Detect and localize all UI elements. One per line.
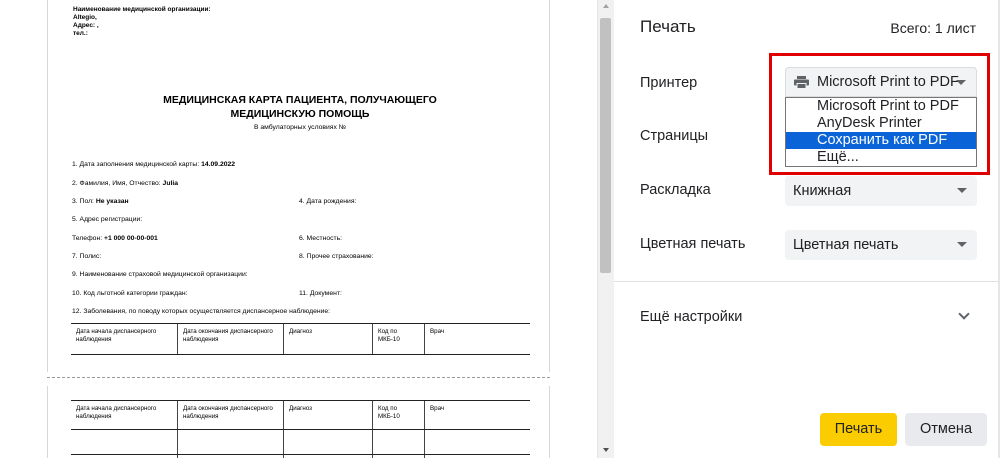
- table-cell: [373, 430, 425, 454]
- divider: [614, 281, 1000, 282]
- field-insurance-org: 9. Наименование страховой медицинской ор…: [72, 271, 248, 278]
- field-reg-address: 5. Адрес регистрации:: [72, 216, 143, 223]
- field-fill-date: 1. Дата заполнения медицинской карты: 14…: [72, 161, 236, 168]
- more-settings-toggle[interactable]: Ещё настройки: [640, 309, 742, 325]
- printer-label: Принтер: [640, 75, 698, 91]
- page-edge: [549, 386, 550, 458]
- scroll-up-arrow-icon[interactable]: [603, 4, 609, 8]
- observation-table: Дата начала диспансерного наблюдения Дат…: [71, 323, 530, 355]
- table-header: Врач: [430, 405, 445, 412]
- printer-option[interactable]: Microsoft Print to PDF: [786, 98, 976, 115]
- field-phone: Телефон: +1 000 00-00-001: [72, 235, 158, 242]
- chevron-down-icon: [956, 80, 966, 85]
- printer-selected-value: Microsoft Print to PDF: [817, 74, 959, 90]
- org-name-label: Наименование медицинской организации:: [73, 6, 211, 13]
- table-cell: [71, 430, 178, 454]
- table-header: Код по МКБ-10: [373, 324, 425, 354]
- document-title-line2: МЕДИЦИНСКУЮ ПОМОЩЬ: [230, 108, 370, 120]
- table-header: Дата окончания диспансерного наблюдения: [178, 401, 284, 429]
- field-benefit-code: 10. Код льготной категории граждан:: [72, 290, 188, 297]
- print-settings-panel: Печать Всего: 1 лист Принтер Microsoft P…: [614, 0, 1000, 458]
- pages-label: Страницы: [640, 128, 709, 144]
- total-sheets: Всего: 1 лист: [890, 20, 976, 36]
- table-header: Врач: [430, 328, 445, 335]
- page-edge: [549, 0, 550, 372]
- table-header: Диагноз: [284, 324, 373, 354]
- color-select[interactable]: Цветная печать: [785, 230, 977, 260]
- observation-table-page2: Дата начала диспансерного наблюдения Дат…: [71, 400, 530, 458]
- chevron-down-icon: [957, 242, 967, 247]
- field-locality: 6. Местность:: [299, 235, 343, 242]
- printer-select[interactable]: Microsoft Print to PDF: [785, 67, 977, 97]
- scrollbar-thumb[interactable]: [600, 18, 611, 273]
- page-break: [47, 377, 550, 378]
- field-full-name: 2. Фамилия, Имя, Отчество: Julia: [72, 180, 179, 187]
- document-subtitle: В амбулаторных условиях №: [253, 124, 347, 131]
- print-button[interactable]: Печать: [820, 413, 897, 446]
- panel-title: Печать: [640, 17, 696, 36]
- field-policy: 7. Полис:: [72, 253, 102, 260]
- table-header: Дата начала диспансерного наблюдения: [71, 324, 178, 354]
- org-name: Altegio,: [73, 14, 97, 21]
- field-birth-date: 4. Дата рождения:: [299, 198, 357, 205]
- page-edge: [47, 0, 48, 372]
- page-edge: [47, 386, 48, 458]
- field-other-insurance: 8. Прочее страхование:: [299, 253, 374, 260]
- table-header: Дата начала диспансерного наблюдения: [71, 401, 178, 429]
- table-header-row: Дата начала диспансерного наблюдения Дат…: [71, 401, 530, 430]
- printer-option-more[interactable]: Ещё...: [786, 149, 976, 166]
- printer-option-highlighted[interactable]: Сохранить как PDF: [786, 132, 976, 149]
- printer-dropdown-list: Microsoft Print to PDF AnyDesk Printer С…: [785, 97, 977, 167]
- org-address: Адрес: ,: [73, 22, 99, 29]
- table-row: [71, 430, 530, 455]
- table-header-row: Дата начала диспансерного наблюдения Дат…: [71, 324, 530, 355]
- chevron-down-icon[interactable]: [958, 308, 970, 320]
- field-document: 11. Документ:: [299, 290, 342, 297]
- table-cell: [178, 430, 284, 454]
- table-header: Дата окончания диспансерного наблюдения: [178, 324, 284, 354]
- field-sex: 3. Пол: Не указан: [72, 198, 129, 205]
- layout-select[interactable]: Книжная: [785, 176, 977, 206]
- table-cell: [284, 430, 373, 454]
- color-value: Цветная печать: [793, 237, 899, 253]
- table-header: Код по МКБ-10: [373, 401, 425, 429]
- scroll-down-arrow-icon[interactable]: [603, 448, 609, 452]
- print-preview: Наименование медицинской организации: Al…: [0, 0, 597, 458]
- table-cell: [425, 430, 530, 454]
- color-label: Цветная печать: [640, 236, 746, 252]
- layout-value: Книжная: [793, 183, 852, 199]
- document-title-line1: МЕДИЦИНСКАЯ КАРТА ПАЦИЕНТА, ПОЛУЧАЮЩЕГО: [163, 94, 437, 106]
- printer-option[interactable]: AnyDesk Printer: [786, 115, 976, 132]
- cancel-button[interactable]: Отмена: [905, 413, 987, 446]
- org-phone: тел.:: [73, 30, 88, 37]
- table-header: Диагноз: [284, 401, 373, 429]
- layout-label: Раскладка: [640, 182, 711, 198]
- chevron-down-icon: [957, 188, 967, 193]
- field-diseases: 12. Заболевания, по поводу которых осуще…: [72, 308, 331, 315]
- printer-icon: [794, 76, 809, 89]
